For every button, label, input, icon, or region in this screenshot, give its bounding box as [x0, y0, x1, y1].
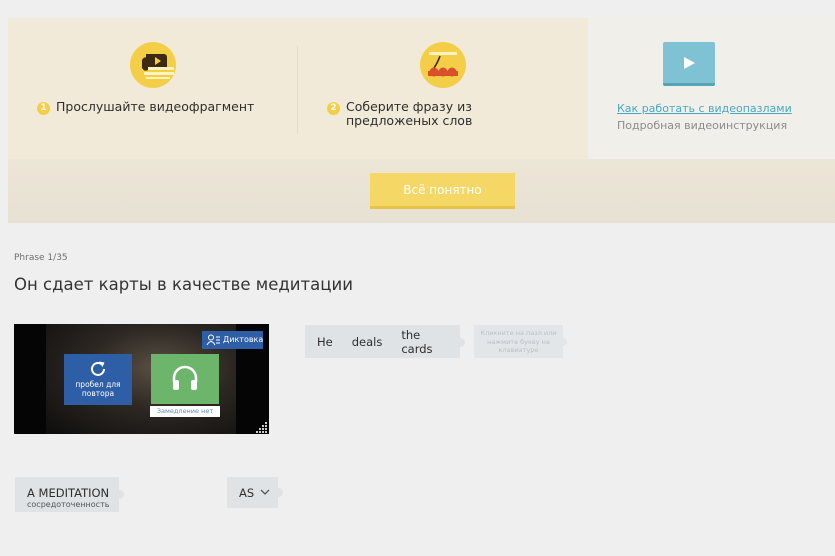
answer-word[interactable]: He: [317, 335, 333, 349]
intro-panel: 1 Прослушайте видеофрагмент 2 Соберите ф…: [8, 18, 835, 223]
answer-puzzle[interactable]: He deals the cards: [305, 325, 465, 358]
chevron-down-icon: [260, 489, 270, 495]
dictation-icon: [206, 334, 220, 346]
how-it-works-link[interactable]: Как работать с видеопазлами: [617, 102, 792, 115]
got-it-button[interactable]: Всё понятно: [370, 173, 515, 209]
puzzle-pieces-icon: [420, 42, 466, 88]
step-1-text: Прослушайте видеофрагмент: [56, 99, 255, 114]
phrase-title: Он сдает карты в качестве медитации: [14, 275, 353, 294]
option-tile-meditation[interactable]: A MEDITATION сосредоточенность: [15, 477, 124, 512]
option-translation: сосредоточенность: [27, 500, 110, 509]
step-number-2: 2: [327, 102, 340, 115]
answer-word[interactable]: deals: [352, 335, 383, 349]
video-player[interactable]: Диктовка пробел для повтора Замедление н…: [14, 324, 269, 434]
play-icon: [684, 57, 695, 69]
headphones-icon: [172, 365, 198, 390]
dictation-button[interactable]: Диктовка: [202, 331, 263, 349]
dictation-label: Диктовка: [223, 335, 264, 344]
repeat-button[interactable]: пробел для повтора: [64, 354, 132, 405]
step-divider: [297, 46, 298, 134]
listen-button[interactable]: [151, 354, 219, 404]
next-piece-placeholder: Кликните на пазл или нажмите букву на кл…: [474, 325, 567, 358]
repeat-label: пробел для повтора: [75, 380, 121, 398]
option-word: A MEDITATION: [27, 486, 110, 500]
phrase-counter: Phrase 1/35: [14, 253, 68, 263]
option-tile-as[interactable]: AS: [227, 477, 283, 508]
resize-handle-icon[interactable]: [256, 421, 268, 433]
video-instruction-thumbnail[interactable]: [663, 42, 715, 86]
video-instruction-subtitle: Подробная видеоинструкция: [617, 119, 788, 132]
option-word: AS: [239, 486, 255, 500]
answer-word[interactable]: the cards: [401, 328, 453, 356]
step-number-1: 1: [37, 102, 50, 115]
video-fragment-icon: [130, 42, 176, 88]
step-2-text: Соберите фразу из предложеных слов: [346, 99, 473, 128]
replay-icon: [91, 361, 105, 376]
slowdown-toggle[interactable]: Замедление нет: [150, 406, 220, 417]
intro-help-area: [588, 18, 835, 159]
